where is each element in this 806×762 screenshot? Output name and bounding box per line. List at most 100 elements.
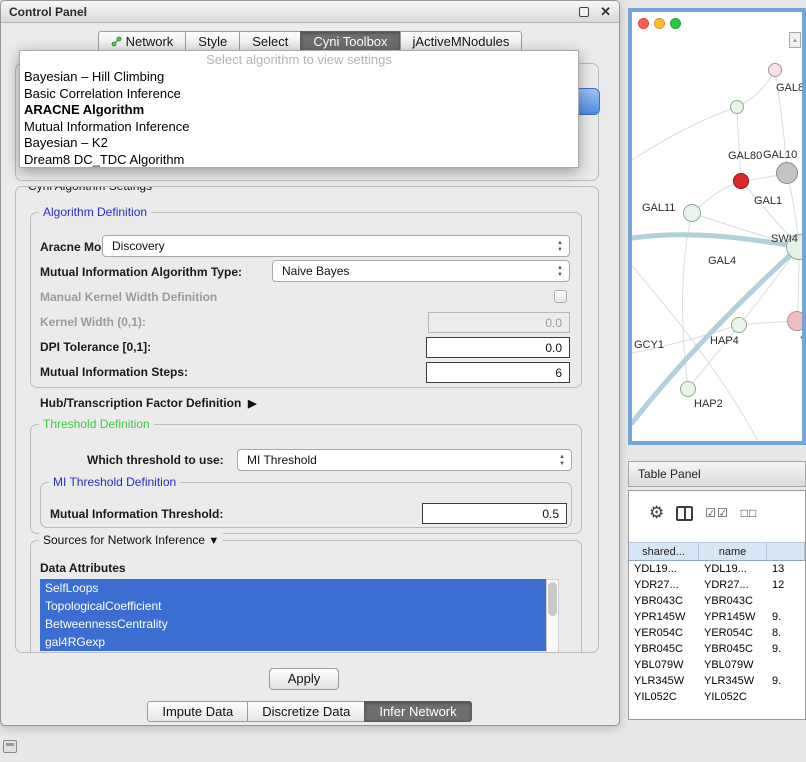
table-cell: YIL052C xyxy=(629,689,699,705)
table-cell xyxy=(767,689,805,705)
bottom-tab-impute-data[interactable]: Impute Data xyxy=(147,701,248,722)
table-cell: YDR27... xyxy=(629,577,699,593)
attribute-gal4rgexp[interactable]: gal4RGexp xyxy=(40,633,546,651)
table-row[interactable]: YDL19...YDL19...13 xyxy=(629,561,805,577)
data-attributes-label: Data Attributes xyxy=(40,561,126,575)
network-icon xyxy=(111,36,122,47)
table-cell: YBR043C xyxy=(699,593,767,609)
data-attributes-list: SelfLoopsTopologicalCoefficientBetweenne… xyxy=(40,579,559,653)
top-tab-bar: NetworkStyleSelectCyni ToolboxjActiveMNo… xyxy=(1,31,619,52)
select-all-icon[interactable]: ☑☑ xyxy=(705,506,729,520)
network-node[interactable] xyxy=(680,381,696,397)
table-row[interactable]: YIL052CYIL052C xyxy=(629,689,805,705)
table-cell xyxy=(767,657,805,673)
control-panel-titlebar[interactable]: Control Panel ✕ xyxy=(1,1,619,23)
bottom-tab-infer-network[interactable]: Infer Network xyxy=(364,701,471,722)
table-cell: YPR145W xyxy=(699,609,767,625)
table-panel-window: ⚙ ☑☑ □□ shared...name YDL19...YDL19...13… xyxy=(628,490,806,720)
network-node[interactable] xyxy=(733,173,749,189)
combo-arrows-icon: ▲▼ xyxy=(557,240,563,253)
algorithm-option-bayesian-hill-climbing[interactable]: Bayesian – Hill Climbing xyxy=(20,69,578,86)
table-cell: 8. xyxy=(767,625,805,641)
mi-steps-field[interactable]: 6 xyxy=(426,362,570,383)
tab-network[interactable]: Network xyxy=(98,31,187,52)
table-panel-header[interactable]: Table Panel xyxy=(628,461,806,487)
network-node[interactable] xyxy=(787,311,806,331)
column-header-shared[interactable]: shared... xyxy=(629,543,699,560)
table-row[interactable]: YBR043CYBR043C xyxy=(629,593,805,609)
table-cell: YPR145W xyxy=(629,609,699,625)
scrollbar-thumb[interactable] xyxy=(548,582,557,616)
network-node[interactable] xyxy=(776,162,798,184)
sources-group-title: Sources for Network Inference ▼ xyxy=(39,533,223,547)
table-toolbar: ⚙ ☑☑ □□ xyxy=(629,499,757,527)
minimized-window-icon[interactable] xyxy=(3,740,17,753)
table-panel-title: Table Panel xyxy=(638,467,701,481)
table-row[interactable]: YBL079WYBL079W xyxy=(629,657,805,673)
table-row[interactable]: YLR345WYLR345W9. xyxy=(629,673,805,689)
dpi-tolerance-label: DPI Tolerance [0,1]: xyxy=(40,340,151,354)
attribute-betweennesscentrality[interactable]: BetweennessCentrality xyxy=(40,615,546,633)
tab-cyni-toolbox[interactable]: Cyni Toolbox xyxy=(300,31,400,52)
combo-arrows-icon: ▲▼ xyxy=(559,454,565,467)
algorithm-option-dream8-dc-tdc-algorithm[interactable]: Dream8 DC_TDC Algorithm xyxy=(20,152,578,169)
mi-threshold-label: Mutual Information Threshold: xyxy=(50,507,223,521)
tab-jactivemnodules[interactable]: jActiveMNodules xyxy=(400,31,523,52)
column-header-name[interactable]: name xyxy=(699,543,767,560)
deselect-all-icon[interactable]: □□ xyxy=(741,506,758,520)
which-threshold-select[interactable]: MI Threshold ▲▼ xyxy=(237,449,572,471)
manual-kernel-checkbox[interactable] xyxy=(554,290,567,303)
attribute-list-scrollbar[interactable] xyxy=(546,579,559,653)
dpi-tolerance-field[interactable]: 0.0 xyxy=(426,337,570,358)
popup-placeholder: Select algorithm to view settings xyxy=(20,51,578,69)
table-cell: YBL079W xyxy=(629,657,699,673)
mi-algorithm-type-select[interactable]: Naive Bayes ▲▼ xyxy=(272,260,570,282)
columns-icon[interactable] xyxy=(676,506,693,521)
expand-right-icon[interactable]: ▶ xyxy=(248,398,256,410)
table-cell: YLR345W xyxy=(629,673,699,689)
algorithm-option-bayesian-k2[interactable]: Bayesian – K2 xyxy=(20,135,578,152)
attribute-selfloops[interactable]: SelfLoops xyxy=(40,579,546,597)
table-header-row: shared...name xyxy=(629,542,805,561)
which-threshold-value: MI Threshold xyxy=(247,453,317,467)
float-window-icon[interactable] xyxy=(579,7,589,17)
network-node[interactable] xyxy=(683,204,701,222)
table-cell: 9. xyxy=(767,641,805,657)
algorithm-option-mutual-information-inference[interactable]: Mutual Information Inference xyxy=(20,119,578,136)
mi-threshold-definition-title: MI Threshold Definition xyxy=(49,475,180,489)
node-label: GAL80 xyxy=(776,82,806,94)
mi-threshold-field[interactable]: 0.5 xyxy=(422,503,567,524)
algorithm-option-aracne-algorithm[interactable]: ARACNE Algorithm xyxy=(20,102,578,119)
expand-down-icon[interactable]: ▼ xyxy=(208,535,219,547)
table-row[interactable]: YER054CYER054C8. xyxy=(629,625,805,641)
network-view-window[interactable]: ▴ xyxy=(628,8,806,445)
table-cell: YLR345W xyxy=(699,673,767,689)
network-node[interactable] xyxy=(731,317,747,333)
gear-icon[interactable]: ⚙ xyxy=(649,504,664,522)
table-cell: 13 xyxy=(767,561,805,577)
node-label: GAL11 xyxy=(642,202,675,214)
table-body: YDL19...YDL19...13YDR27...YDR27...12YBR0… xyxy=(629,561,805,719)
table-row[interactable]: YDR27...YDR27...12 xyxy=(629,577,805,593)
algorithm-option-basic-correlation-inference[interactable]: Basic Correlation Inference xyxy=(20,86,578,103)
network-node[interactable] xyxy=(730,100,744,114)
table-cell: YBR043C xyxy=(629,593,699,609)
kernel-width-label: Kernel Width (0,1): xyxy=(40,315,146,329)
combo-arrows-icon: ▲▼ xyxy=(557,265,563,278)
network-node[interactable] xyxy=(768,63,782,77)
table-row[interactable]: YBR045CYBR045C9. xyxy=(629,641,805,657)
column-header-col2[interactable] xyxy=(767,543,805,560)
tab-style[interactable]: Style xyxy=(185,31,240,52)
table-cell: YBR045C xyxy=(699,641,767,657)
bottom-tab-discretize-data[interactable]: Discretize Data xyxy=(247,701,365,722)
tab-select[interactable]: Select xyxy=(239,31,301,52)
apply-button[interactable]: Apply xyxy=(269,668,339,690)
node-label: HAP2 xyxy=(694,398,723,410)
attribute-topologicalcoefficient[interactable]: TopologicalCoefficient xyxy=(40,597,546,615)
table-row[interactable]: YPR145WYPR145W9. xyxy=(629,609,805,625)
kernel-width-field: 0.0 xyxy=(428,312,570,333)
node-label: GAL4 xyxy=(708,255,736,267)
aracne-mode-select[interactable]: Discovery ▲▼ xyxy=(102,235,570,257)
close-icon[interactable]: ✕ xyxy=(600,4,611,20)
node-label: GAL1 xyxy=(754,195,782,207)
